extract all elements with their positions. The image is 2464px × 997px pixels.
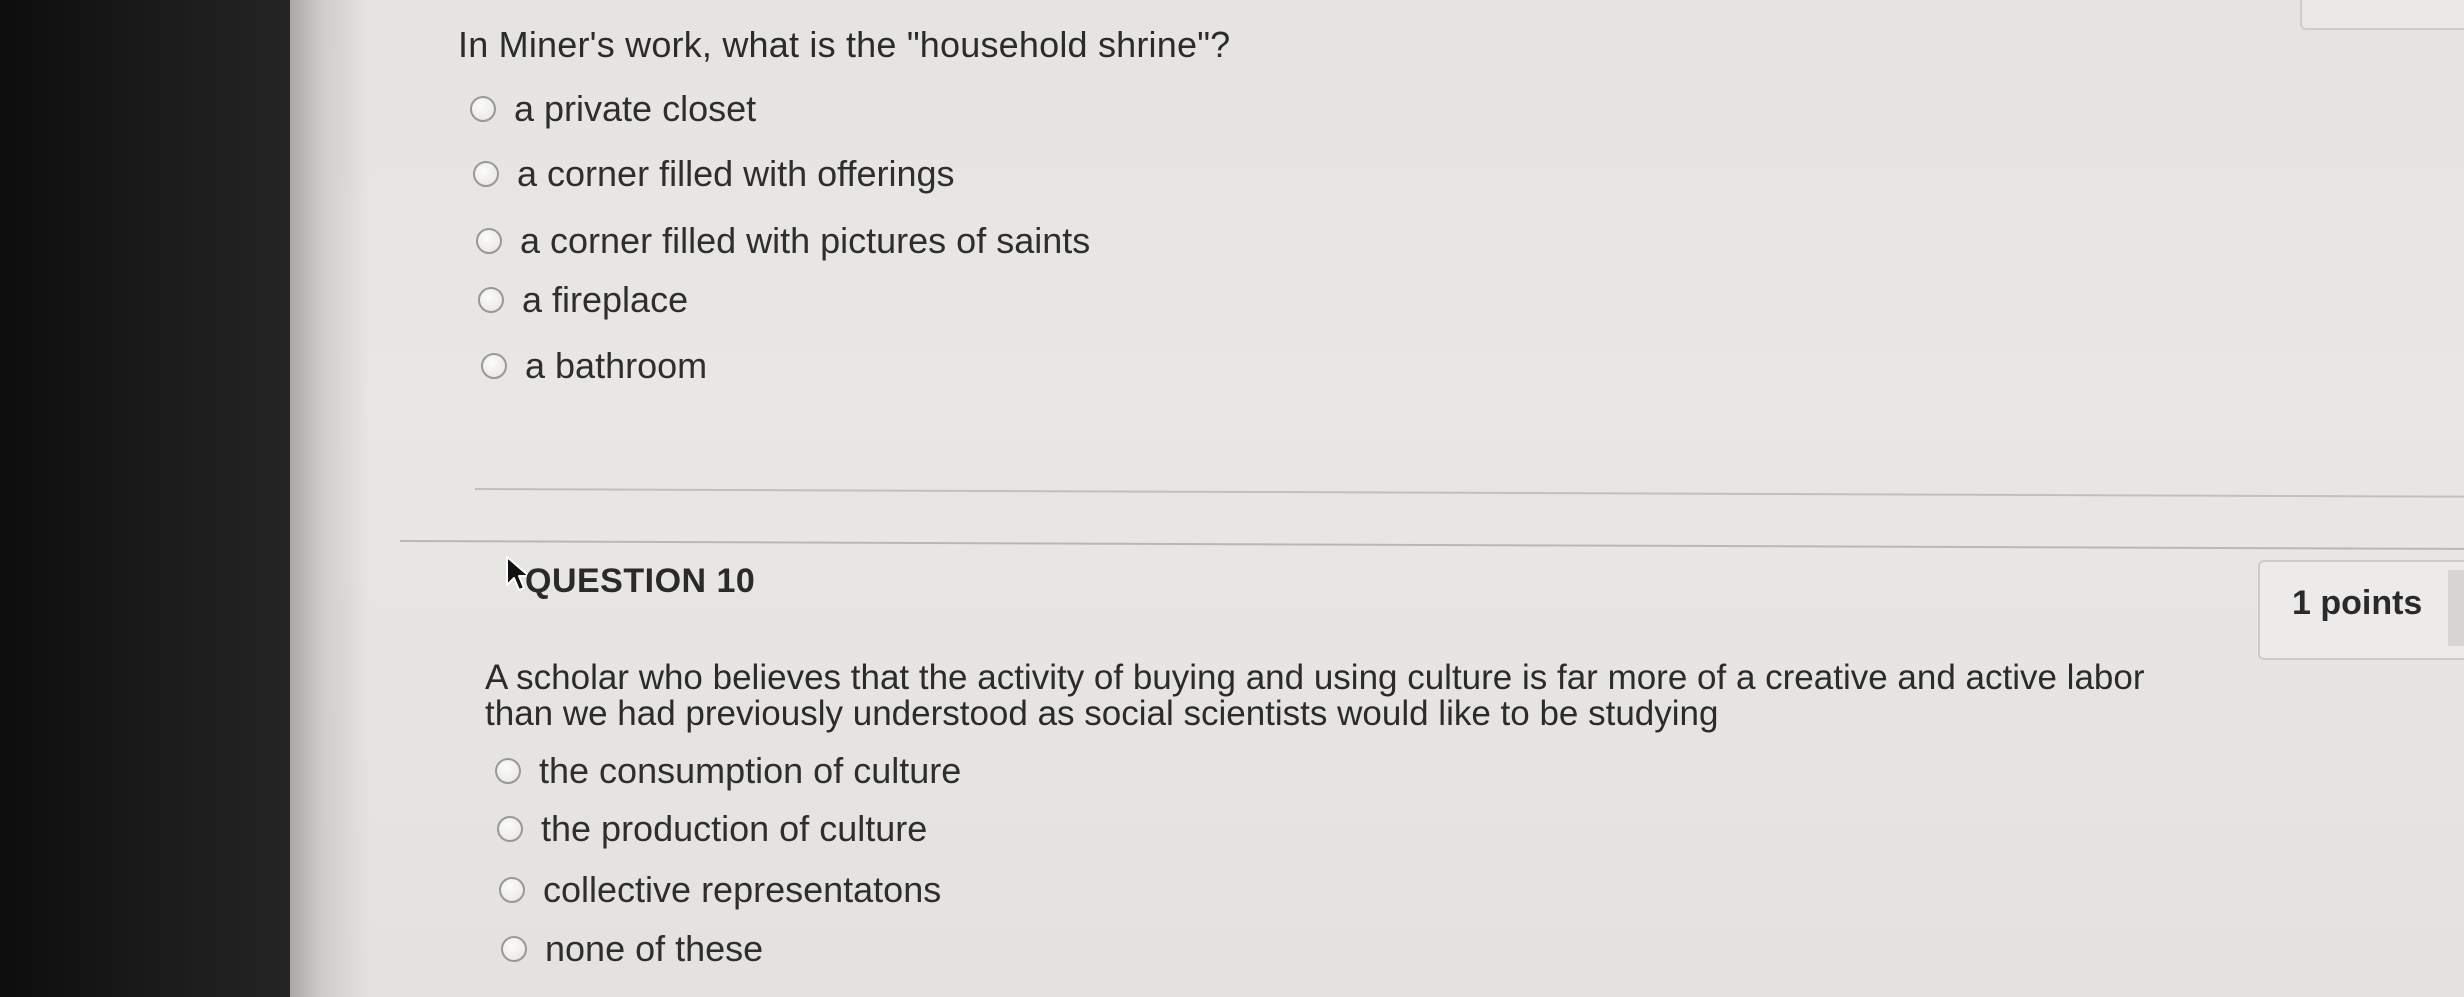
question-10-prompt: A scholar who believes that the activity… xyxy=(485,660,2285,732)
question-10-prompt-line-1: A scholar who believes that the activity… xyxy=(485,658,2145,697)
monitor-bezel xyxy=(0,0,290,997)
option-label: none of these xyxy=(545,928,764,969)
question-10-option-4[interactable]: none of these xyxy=(501,928,763,970)
points-label: 1 points xyxy=(2292,584,2423,622)
radio-unchecked-icon[interactable] xyxy=(470,96,496,122)
option-label: a fireplace xyxy=(522,279,689,320)
radio-unchecked-icon[interactable] xyxy=(495,758,521,784)
option-label: a corner filled with pictures of saints xyxy=(520,220,1091,261)
points-box-edge xyxy=(2448,570,2464,646)
radio-unchecked-icon[interactable] xyxy=(478,287,504,313)
question-9-option-1[interactable]: a private closet xyxy=(470,88,756,130)
question-9-prompt: In Miner's work, what is the "household … xyxy=(458,24,1231,65)
option-label: a corner filled with offerings xyxy=(517,153,955,194)
option-label: a bathroom xyxy=(525,345,708,386)
option-label: a private closet xyxy=(514,88,757,129)
question-10-option-1[interactable]: the consumption of culture xyxy=(495,750,961,792)
option-label: collective representatons xyxy=(543,869,942,910)
question-9-option-2[interactable]: a corner filled with offerings xyxy=(473,153,955,195)
photo-stage: In Miner's work, what is the "household … xyxy=(0,0,2464,997)
radio-unchecked-icon[interactable] xyxy=(473,161,499,187)
question-9-option-4[interactable]: a fireplace xyxy=(478,279,688,321)
radio-unchecked-icon[interactable] xyxy=(501,936,527,962)
question-9-option-5[interactable]: a bathroom xyxy=(481,345,707,387)
option-label: the consumption of culture xyxy=(539,750,962,791)
radio-unchecked-icon[interactable] xyxy=(499,877,525,903)
radio-unchecked-icon[interactable] xyxy=(497,816,523,842)
radio-unchecked-icon[interactable] xyxy=(481,353,507,379)
radio-unchecked-icon[interactable] xyxy=(476,228,502,254)
question-10-header: QUESTION 10 xyxy=(525,562,756,600)
question-10-option-3[interactable]: collective representatons xyxy=(499,869,941,911)
top-right-panel xyxy=(2300,0,2464,30)
screen-edge-shadow xyxy=(290,0,370,997)
question-10-prompt-line-2: than we had previously understood as soc… xyxy=(485,694,1719,733)
question-10-option-2[interactable]: the production of culture xyxy=(497,808,927,850)
option-label: the production of culture xyxy=(541,808,928,849)
question-9-option-3[interactable]: a corner filled with pictures of saints xyxy=(476,220,1090,262)
